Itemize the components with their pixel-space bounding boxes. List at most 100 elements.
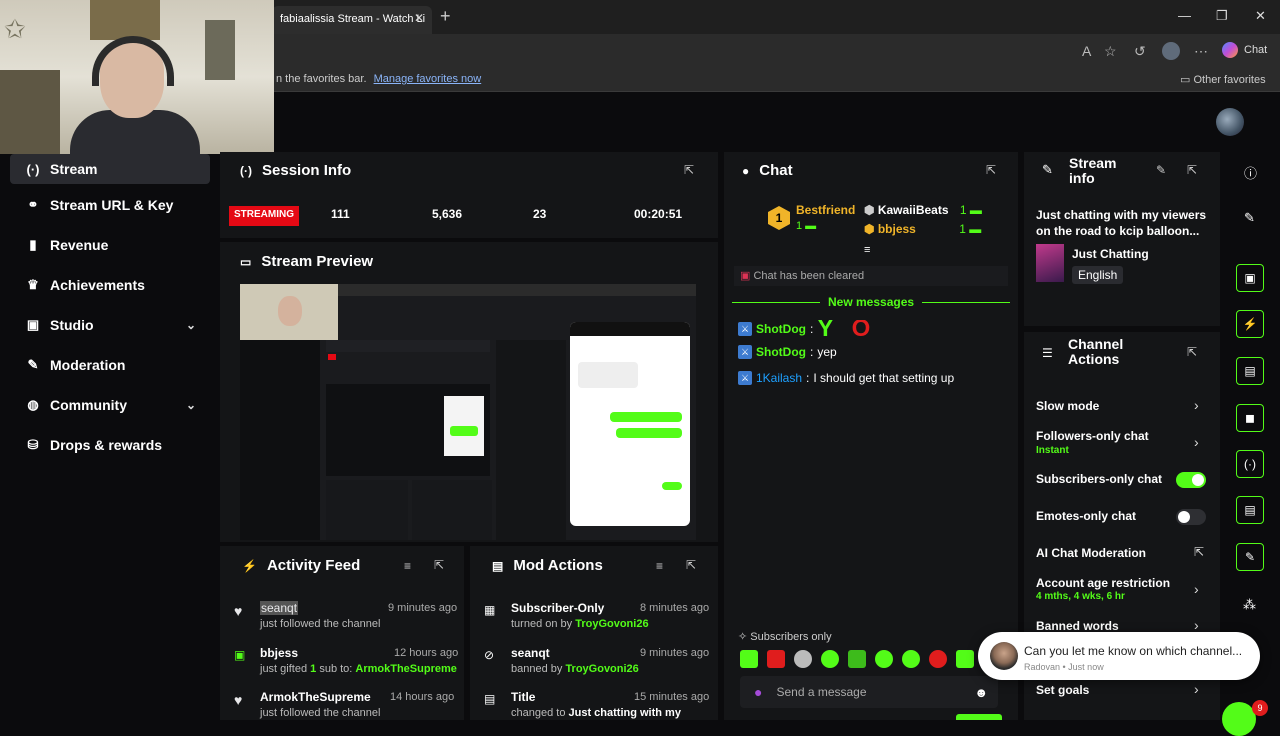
maximize-icon[interactable]: ❐ <box>1216 8 1228 24</box>
chat-input[interactable]: ● Send a message ☻ <box>740 676 998 708</box>
history-icon[interactable]: ↺ <box>1134 43 1146 60</box>
chat-message: ⚔ ShotDog: Y O <box>738 317 876 341</box>
profile-avatar-icon[interactable] <box>1162 42 1180 60</box>
layout-icon[interactable]: ▣ <box>1236 264 1264 292</box>
other-favorites[interactable]: ▭ Other favorites <box>1180 73 1266 86</box>
activity-name[interactable]: ArmokTheSupreme <box>260 690 371 704</box>
message-toast[interactable]: Can you let me know on which channel... … <box>978 632 1260 680</box>
age-restriction-label[interactable]: Account age restriction <box>1036 576 1170 590</box>
mod-action-target[interactable]: TroyGovoni26 <box>565 663 638 675</box>
list-icon[interactable]: ▤ <box>1236 496 1264 524</box>
close-window-icon[interactable]: ✕ <box>1255 8 1266 24</box>
sidebar-item-drops-rewards[interactable]: ⛁ Drops & rewards <box>10 430 210 460</box>
activity-name[interactable]: seanqt <box>260 601 299 615</box>
external-link-icon[interactable]: ⇱ <box>1194 545 1204 559</box>
emote-icon[interactable] <box>767 650 785 668</box>
collapse-icon[interactable]: ≡ <box>864 244 870 256</box>
leader-row[interactable]: ⬢ KawaiiBeats 1 ▬ <box>864 203 982 217</box>
emote-icon[interactable] <box>902 650 920 668</box>
leader-row[interactable]: ⬢ bbjess 1 ▬ <box>864 222 981 236</box>
chevron-right-icon[interactable]: › <box>1194 617 1199 633</box>
chevron-right-icon[interactable]: › <box>1194 434 1199 450</box>
chat-icon[interactable]: ◼ <box>1236 404 1264 432</box>
emote-icon[interactable] <box>956 650 974 668</box>
chevron-right-icon[interactable]: › <box>1194 681 1199 697</box>
sidebar-item-community[interactable]: ◍ Community ⌄ <box>10 390 210 420</box>
new-messages-label: New messages <box>820 295 923 309</box>
sidebar-item-revenue[interactable]: ▮ Revenue <box>10 230 210 260</box>
chat-username[interactable]: ShotDog <box>756 345 806 359</box>
favorite-star-icon[interactable]: ☆ <box>1104 43 1117 60</box>
followers-only-label[interactable]: Followers-only chat <box>1036 429 1149 443</box>
emote-icon[interactable] <box>929 650 947 668</box>
popout-icon[interactable]: ⇱ <box>1187 163 1197 177</box>
broadcast-icon: (·) <box>240 163 252 178</box>
emote-icon[interactable] <box>821 650 839 668</box>
lightning-icon[interactable]: ⚡ <box>1236 310 1264 338</box>
ai-moderation-label[interactable]: AI Chat Moderation <box>1036 546 1146 560</box>
mod-action-target[interactable]: TroyGovoni26 <box>575 618 648 630</box>
emotes-only-toggle[interactable] <box>1176 509 1206 525</box>
info-icon[interactable]: ⓘ <box>1244 163 1257 182</box>
category-thumbnail <box>1036 244 1064 282</box>
set-goals-label[interactable]: Set goals <box>1036 683 1089 697</box>
edit-icon[interactable]: ✎ <box>1156 163 1166 177</box>
popout-icon[interactable]: ⇱ <box>1187 345 1197 359</box>
activity-name[interactable]: bbjess <box>260 646 298 660</box>
emote-icon[interactable] <box>875 650 893 668</box>
browser-tab[interactable]: fabiaalissia Stream - Watch Li ✕ <box>272 6 432 34</box>
category-name[interactable]: Just Chatting <box>1072 247 1149 261</box>
sidebar-item-stream-url-key[interactable]: ⚭ Stream URL & Key <box>10 190 210 220</box>
microphone-icon[interactable]: ● <box>754 684 762 700</box>
emote-icon[interactable] <box>794 650 812 668</box>
document-icon[interactable]: ▤ <box>1236 357 1264 385</box>
leader-name[interactable]: Bestfriend <box>796 203 855 217</box>
read-aloud-icon[interactable]: A <box>1082 43 1091 59</box>
banned-words-label[interactable]: Banned words <box>1036 619 1119 633</box>
manage-favorites-link[interactable]: Manage favorites now <box>374 73 482 85</box>
stream-preview-video[interactable] <box>240 284 696 540</box>
sidebar-item-studio[interactable]: ▣ Studio ⌄ <box>10 310 210 340</box>
wrench-icon[interactable]: ✎ <box>1236 543 1264 571</box>
popout-icon[interactable]: ⇱ <box>684 163 694 177</box>
more-options-icon[interactable]: ⋯ <box>1194 43 1208 60</box>
sidebar-item-stream[interactable]: (·) Stream <box>10 154 210 184</box>
pencil-icon[interactable]: ✎ <box>1244 210 1255 226</box>
preview-live-badge <box>328 354 336 360</box>
close-tab-icon[interactable]: ✕ <box>414 11 424 25</box>
sidebar-item-moderation[interactable]: ✎ Moderation <box>10 350 210 380</box>
popout-icon[interactable]: ⇱ <box>434 558 444 572</box>
emote-icon[interactable] <box>740 650 758 668</box>
chat-launcher-button[interactable] <box>1222 702 1256 736</box>
preview-nested-bubble <box>450 426 478 436</box>
preview-sidebar <box>240 340 320 540</box>
chat-username[interactable]: 1Kailash <box>756 371 802 385</box>
chevron-right-icon[interactable]: › <box>1194 397 1199 413</box>
filter-icon[interactable]: ≡ <box>404 559 411 573</box>
user-avatar[interactable] <box>1216 108 1244 136</box>
emoji-icon[interactable]: ☻ <box>974 685 988 700</box>
activity-target[interactable]: ArmokTheSupreme <box>355 663 456 675</box>
new-tab-icon[interactable]: + <box>440 6 451 27</box>
chat-username[interactable]: ShotDog <box>756 322 806 336</box>
copilot-chat-button[interactable]: Chat <box>1222 42 1267 58</box>
minimize-icon[interactable]: — <box>1178 8 1191 23</box>
filter-icon[interactable]: ≡ <box>656 559 663 573</box>
panel-title: Chat <box>759 162 793 179</box>
slow-mode-label[interactable]: Slow mode <box>1036 399 1099 413</box>
mod-action-name[interactable]: seanqt <box>511 646 550 660</box>
activity-feed-header: ⚡ Activity Feed <box>242 557 360 574</box>
tab-title: fabiaalissia Stream - Watch Li <box>280 13 426 25</box>
send-button[interactable] <box>956 714 1002 720</box>
activity-desc-post: sub to: <box>316 663 356 675</box>
broadcast-icon[interactable]: (·) <box>1236 450 1264 478</box>
chevron-right-icon[interactable]: › <box>1194 581 1199 597</box>
popout-icon[interactable]: ⇱ <box>686 558 696 572</box>
emote-icon[interactable] <box>848 650 866 668</box>
popout-icon[interactable]: ⇱ <box>986 163 996 177</box>
apps-icon[interactable]: ⁂ <box>1243 597 1256 613</box>
camera-icon: ▣ <box>26 317 40 332</box>
sidebar-item-achievements[interactable]: ♛ Achievements <box>10 270 210 300</box>
subscribers-only-toggle[interactable] <box>1176 472 1206 488</box>
preview-phone-sent <box>610 412 682 422</box>
